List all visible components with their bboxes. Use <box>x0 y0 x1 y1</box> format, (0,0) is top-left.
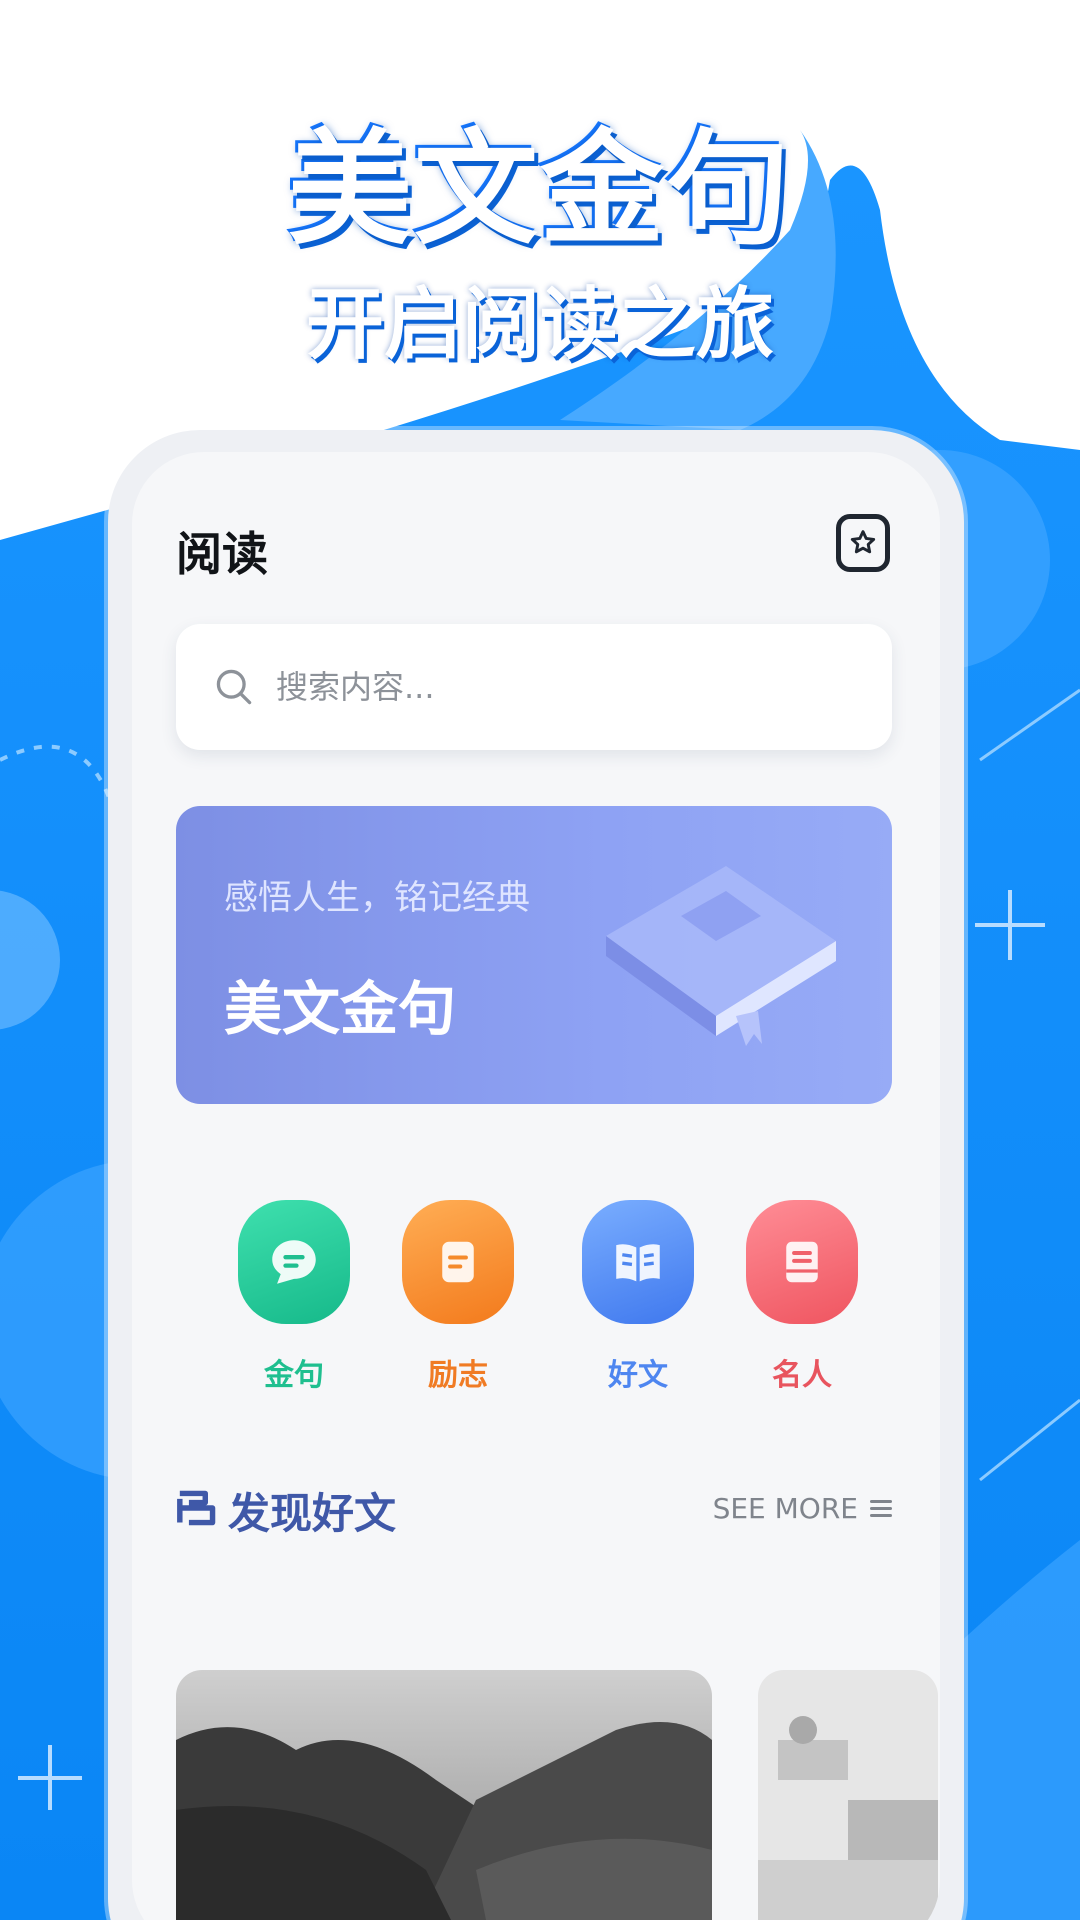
category-mingren[interactable]: 名人 <box>744 1200 860 1394</box>
category-jinju[interactable]: 金句 <box>236 1200 352 1394</box>
category-label: 励志 <box>428 1358 488 1393</box>
article-card[interactable] <box>758 1670 938 1920</box>
section-title: 发现好文 <box>228 1489 397 1538</box>
featured-banner[interactable]: 感悟人生，铭记经典 美文金句 <box>176 806 892 1104</box>
promo-subtitle: 开启阅读之旅 <box>305 280 774 370</box>
section-header: 发现好文 SEE MORE <box>176 1478 892 1538</box>
article-card[interactable] <box>176 1670 712 1920</box>
notebook-icon <box>402 1200 514 1324</box>
see-more-link[interactable]: SEE MORE <box>713 1492 892 1525</box>
document-icon <box>746 1200 858 1324</box>
search-bar[interactable] <box>176 624 892 750</box>
category-label: 好文 <box>608 1358 668 1393</box>
banner-subtitle: 感悟人生，铭记经典 <box>224 878 530 918</box>
banner-title: 美文金句 <box>224 975 457 1043</box>
section-icon <box>177 1490 216 1526</box>
category-lizhi[interactable]: 励志 <box>400 1200 516 1394</box>
category-label: 名人 <box>772 1358 832 1393</box>
search-input[interactable] <box>276 668 836 706</box>
promo-title: 美文金句 <box>287 117 792 262</box>
app-screen: 阅读 感悟人生，铭记经典 美文金句 金句 励志 <box>132 452 940 1920</box>
category-label: 金句 <box>264 1358 324 1393</box>
favorites-button[interactable] <box>836 514 890 572</box>
category-haowen[interactable]: 好文 <box>580 1200 696 1394</box>
search-icon <box>216 669 252 705</box>
page-title: 阅读 <box>176 527 268 581</box>
village-sketch-photo <box>758 1670 938 1920</box>
open-book-icon <box>582 1200 694 1324</box>
book-illustration-icon <box>606 866 836 1046</box>
list-icon <box>870 1496 892 1521</box>
see-more-label: SEE MORE <box>712 1492 858 1525</box>
chat-bubble-icon <box>238 1200 350 1324</box>
mountain-valley-photo <box>176 1670 712 1920</box>
star-badge-icon <box>850 530 876 554</box>
